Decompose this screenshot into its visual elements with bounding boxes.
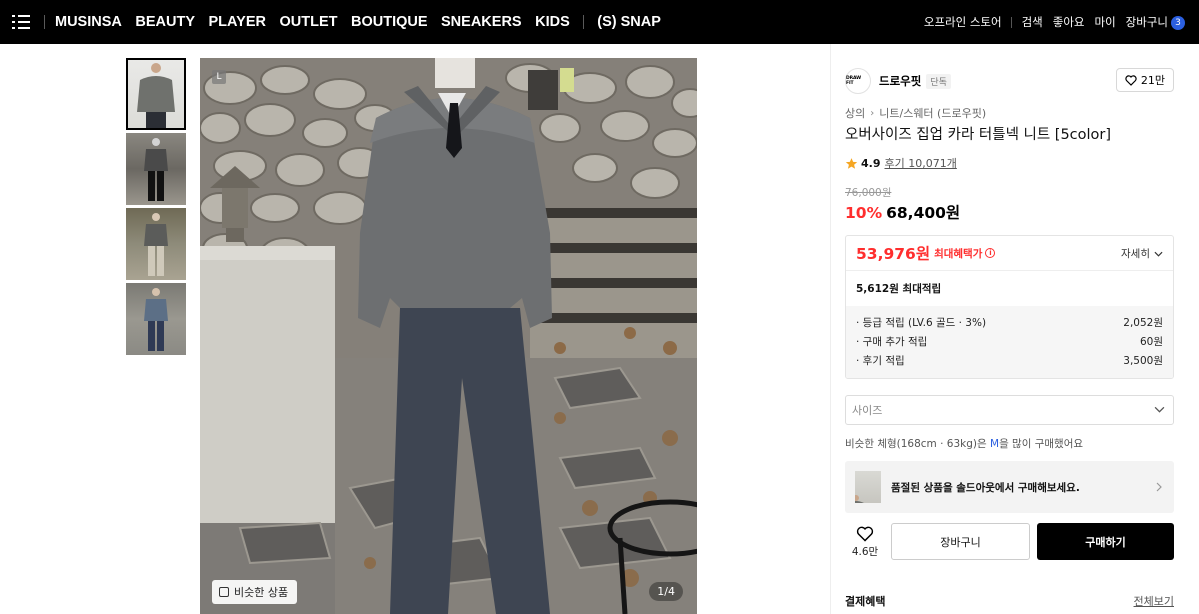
sale-price-row: 10% 68,400원 (845, 201, 960, 223)
max-benefit-price: 53,976원 (856, 245, 931, 263)
points-line-value: 2,052원 (1123, 317, 1163, 329)
max-benefit-header: 53,976원 최대혜택가 i 자세히 (846, 236, 1173, 271)
benefit-detail-toggle[interactable]: 자세히 (1121, 246, 1163, 261)
purchase-actions: 4.6만 장바구니 구매하기 (845, 523, 1174, 561)
soldout-product-thumbnail (855, 471, 881, 503)
similar-products-label: 비슷한 상품 (234, 586, 289, 599)
brand-row: DRAW FIT 드로우핏 단독 21만 (845, 66, 1174, 96)
payment-benefits-view-all[interactable]: 전체보기 (1134, 593, 1174, 609)
nav-cart-label: 장바구니 (1125, 15, 1168, 29)
original-price: 76,000원 (845, 187, 892, 199)
exclusive-badge: 단독 (926, 73, 951, 89)
size-recommendation: 비슷한 체형(168cm · 63kg)은 M을 많이 구매했어요 (845, 436, 1083, 451)
model-figure-image (137, 63, 175, 128)
nav-item-musinsa[interactable]: MUSINSA (55, 14, 122, 30)
nav-item-sneakers[interactable]: SNEAKERS (441, 14, 522, 30)
product-title: 오버사이즈 집업 카라 터틀넥 니트 [5color] (845, 127, 1112, 143)
brand-like-button[interactable]: 21만 (1115, 68, 1174, 92)
size-select[interactable]: 사이즈 (845, 395, 1174, 425)
model-figure-image (144, 138, 168, 201)
brand-name[interactable]: 드로우핏 (879, 73, 921, 89)
thumbnail-image[interactable] (126, 208, 186, 280)
sale-price: 68,400원 (886, 204, 961, 222)
buy-now-button[interactable]: 구매하기 (1037, 523, 1174, 560)
discount-rate: 10% (845, 204, 883, 222)
similar-products-button[interactable]: 비슷한 상품 (212, 580, 298, 604)
thumbnail-list (126, 58, 187, 358)
info-icon[interactable]: i (985, 248, 996, 258)
size-recommendation-suffix: 을 많이 구매했어요 (999, 438, 1084, 450)
chevron-down-icon (1154, 251, 1163, 257)
chevron-down-icon (1154, 406, 1165, 413)
nav-my-link[interactable]: 마이 (1095, 14, 1116, 30)
max-benefit-label: 최대혜택가 (934, 247, 983, 260)
menu-icon[interactable] (12, 14, 32, 30)
payment-benefits-header: 결제혜택 전체보기 (845, 593, 1174, 609)
rating-summary: 4.9 후기 10,071개 (845, 155, 957, 171)
size-select-placeholder: 사이즈 (852, 404, 883, 417)
nav-divider (44, 15, 45, 29)
max-points-total: 5,612원 최대적립 (856, 283, 942, 295)
nav-divider (583, 15, 585, 29)
nav-likes-link[interactable]: 좋아요 (1053, 14, 1085, 30)
points-line-value: 3,500원 (1123, 355, 1163, 367)
brand-like-count: 21만 (1140, 74, 1165, 87)
model-figure-image (144, 288, 168, 351)
points-line-label: · 등급 적립 (LV.6 골드 · 3%) (856, 317, 987, 329)
add-to-cart-button[interactable]: 장바구니 (891, 523, 1030, 560)
model-figure-image (144, 213, 168, 276)
points-line: · 후기 적립 3,500원 (856, 353, 1163, 372)
breadcrumb-category[interactable]: 상의 (845, 105, 865, 121)
points-line-label: · 구매 추가 적립 (856, 336, 928, 348)
points-line: · 구매 추가 적립 60원 (856, 334, 1163, 353)
thumbnail-image[interactable] (126, 58, 186, 130)
max-benefit-box: 53,976원 최대혜택가 i 자세히 5,612원 최대적립 · 등급 적립 … (845, 235, 1174, 379)
product-info-panel: DRAW FIT 드로우핏 단독 21만 상의 › 니트/스웨터 (드로우핏) … (830, 44, 1199, 614)
breadcrumb-subcategory[interactable]: 니트/스웨터 (드로우핏) (879, 105, 986, 121)
brand-logo[interactable]: DRAW FIT (845, 68, 871, 94)
main-product-image[interactable]: L 비슷한 상품 1/4 (200, 58, 697, 614)
points-breakdown: · 등급 적립 (LV.6 골드 · 3%) 2,052원 · 구매 추가 적립… (846, 306, 1173, 378)
cart-count-badge: 3 (1171, 16, 1185, 30)
nav-item-boutique[interactable]: BOUTIQUE (351, 14, 428, 30)
nav-item-outlet[interactable]: OUTLET (279, 14, 337, 30)
image-size-badge: L (212, 70, 226, 84)
nav-item-beauty[interactable]: BEAUTY (135, 14, 195, 30)
breadcrumb: 상의 › 니트/스웨터 (드로우핏) (845, 105, 986, 121)
thumbnail-image[interactable] (126, 283, 186, 355)
payment-benefits-title: 결제혜택 (845, 595, 886, 608)
soldout-promo-banner[interactable]: 품절된 상품을 솔드아웃에서 구매해보세요. (845, 461, 1174, 513)
nav-main-menu: MUSINSA BEAUTY PLAYER OUTLET BOUTIQUE SN… (55, 14, 661, 30)
chevron-right-icon (1156, 482, 1162, 492)
points-line-value: 60원 (1139, 336, 1163, 348)
points-line-label: · 후기 적립 (856, 355, 905, 367)
nav-item-kids[interactable]: KIDS (535, 14, 570, 30)
chevron-right-icon: › (870, 107, 875, 119)
nav-cart-link[interactable]: 장바구니 3 (1126, 14, 1185, 30)
nav-divider (1010, 16, 1012, 28)
wishlist-count: 4.6만 (851, 546, 879, 558)
star-icon (845, 157, 858, 169)
heart-icon (1125, 74, 1137, 86)
top-navigation-bar: MUSINSA BEAUTY PLAYER OUTLET BOUTIQUE SN… (0, 0, 1199, 44)
points-line: · 등급 적립 (LV.6 골드 · 3%) 2,052원 (856, 315, 1163, 334)
soldout-promo-text: 품절된 상품을 솔드아웃에서 구매해보세요. (891, 481, 1080, 494)
nav-item-player[interactable]: PLAYER (209, 14, 266, 30)
wishlist-button[interactable]: 4.6만 (845, 526, 885, 559)
nav-utility-menu: 오프라인 스토어 검색 좋아요 마이 장바구니 3 (914, 0, 1185, 44)
size-recommendation-text: 비슷한 체형(168cm · 63kg)은 (845, 438, 990, 450)
review-count-link[interactable]: 후기 10,071개 (885, 155, 957, 171)
benefit-detail-label: 자세히 (1121, 248, 1150, 260)
heart-icon (856, 526, 874, 542)
rating-score: 4.9 (861, 156, 881, 170)
nav-offline-store-link[interactable]: 오프라인 스토어 (924, 14, 1002, 30)
image-counter: 1/4 (649, 582, 683, 601)
thumbnail-image[interactable] (126, 133, 186, 205)
nav-search-link[interactable]: 검색 (1022, 14, 1043, 30)
copy-icon (219, 587, 229, 597)
nav-item-snap[interactable]: (S) SNAP (597, 14, 661, 30)
recommended-size: M (990, 438, 1000, 450)
product-photo (200, 58, 697, 614)
